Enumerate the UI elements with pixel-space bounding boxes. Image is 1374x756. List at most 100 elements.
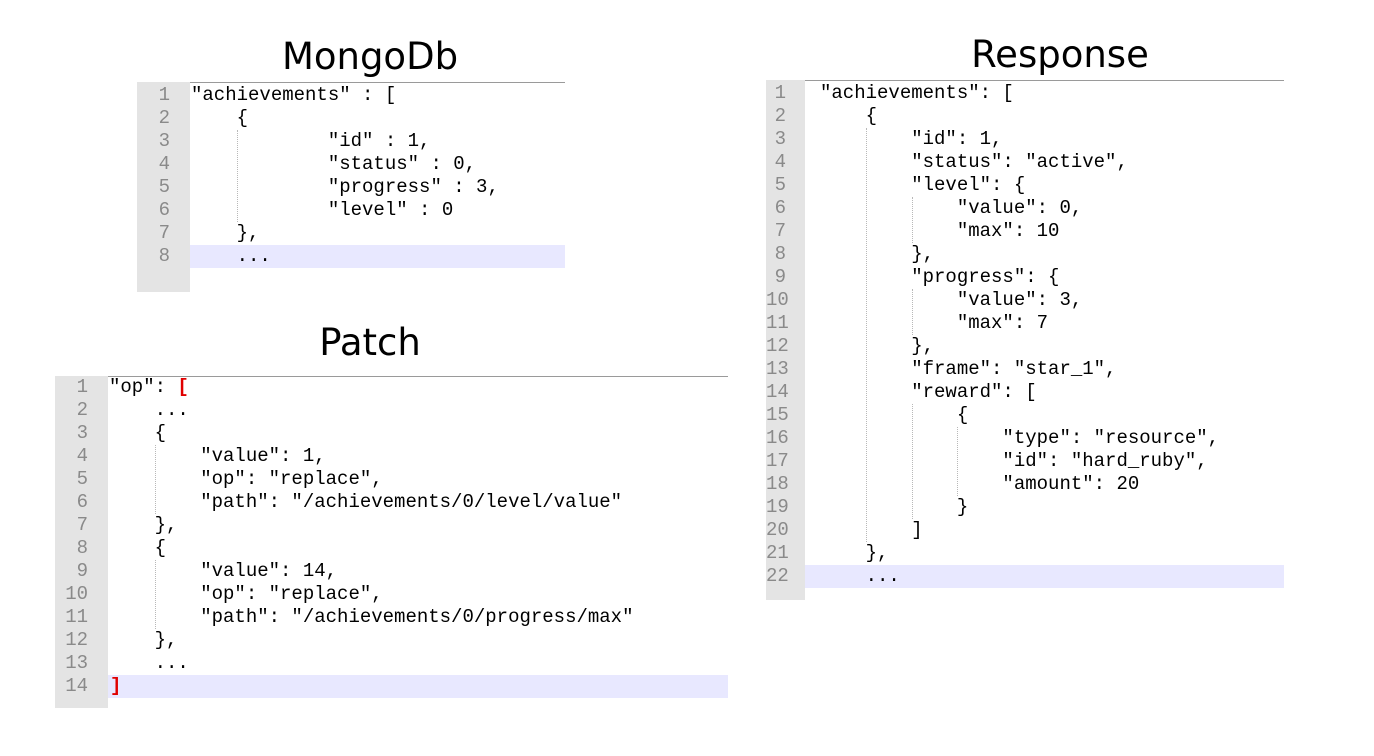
line-number: 8 <box>76 537 88 559</box>
code-text: { <box>820 105 878 127</box>
code-text: }, <box>820 335 935 357</box>
code-text: "status" : 0, <box>191 153 477 175</box>
line-number: 9 <box>774 266 786 288</box>
line-number: 13 <box>65 652 88 674</box>
code-text: "value": 14, <box>109 560 338 582</box>
code-line: 18 "amount": 20 <box>766 473 1284 496</box>
code-line: 12 }, <box>766 335 1284 358</box>
code-line: 9 "value": 14, <box>55 560 728 583</box>
code-line: 7 }, <box>55 514 728 537</box>
line-number: 1 <box>774 82 786 104</box>
code-line: 14 "reward": [ <box>766 381 1284 404</box>
code-text: "max": 10 <box>820 220 1060 242</box>
code-line: 8 { <box>55 537 728 560</box>
line-number: 12 <box>766 335 789 357</box>
code-line: 16 "type": "resource", <box>766 427 1284 450</box>
code-text: "frame": "star_1", <box>820 358 1117 380</box>
code-text: "level" : 0 <box>191 199 454 221</box>
line-number: 18 <box>766 473 789 495</box>
line-number: 5 <box>774 174 786 196</box>
mongodb-title: MongoDb <box>281 35 459 78</box>
code-text: ... <box>109 399 189 421</box>
code-line: 1 "op": [ <box>55 376 728 399</box>
line-number: 1 <box>158 84 170 106</box>
code-line: 2 ... <box>55 399 728 422</box>
code-text: "achievements": [ <box>820 82 1014 104</box>
indent-guide <box>154 445 156 514</box>
line-number: 8 <box>158 245 170 267</box>
code-text: }, <box>191 222 260 244</box>
code-line: 8 }, <box>766 243 1284 266</box>
code-text: { <box>109 537 167 559</box>
code-line: 1 "achievements" : [ <box>137 84 565 107</box>
patch-code-editor: 1 "op": [2 ... 3 {4 "value": 1, 5 "op": "re… <box>55 376 728 708</box>
code-line: 4 "status": "active", <box>766 151 1284 174</box>
code-line: 11 "path": "/achievements/0/progress/max… <box>55 606 728 629</box>
code-line: 3 { <box>55 422 728 445</box>
code-line: 4 "value": 1, <box>55 445 728 468</box>
code-text: "id": 1, <box>820 128 1003 150</box>
code-line: 6 "path": "/achievements/0/level/value" <box>55 491 728 514</box>
code-line: 14] <box>65 675 728 698</box>
code-text: ... <box>191 245 271 267</box>
line-number: 5 <box>158 176 170 198</box>
code-line: 20 ] <box>766 519 1284 542</box>
line-number: 10 <box>766 289 789 311</box>
code-text: "id" : 1, <box>191 130 431 152</box>
line-number: 21 <box>766 542 789 564</box>
code-line: 22 ... <box>766 565 1284 588</box>
code-line: 19 } <box>766 496 1284 519</box>
code-text: "value": 0, <box>820 197 1083 219</box>
indent-guide <box>911 404 913 519</box>
indent-guide <box>236 130 238 222</box>
code-line: 21 }, <box>766 542 1284 565</box>
indent-guide <box>911 289 913 335</box>
code-text: "value": 1, <box>109 445 326 467</box>
line-number: 13 <box>766 358 789 380</box>
code-line: 11 "max": 7 <box>766 312 1284 335</box>
patch-title: Patch <box>319 321 421 364</box>
code-line: 5 "op": "replace", <box>55 468 728 491</box>
code-line: 3 "id": 1, <box>766 128 1284 151</box>
code-text: "id": "hard_ruby", <box>820 450 1208 472</box>
line-number: 2 <box>774 105 786 127</box>
code-text: "reward": [ <box>820 381 1037 403</box>
code-text: "achievements" : [ <box>191 84 397 106</box>
code-line: 9 "progress": { <box>766 266 1284 289</box>
code-line: 13 ... <box>55 652 728 675</box>
line-number: 2 <box>158 107 170 129</box>
code-text: ... <box>820 565 900 587</box>
line-number: 19 <box>766 496 789 518</box>
code-text: { <box>191 107 249 129</box>
line-number: 12 <box>65 629 88 651</box>
code-text: "path": "/achievements/0/level/value" <box>109 491 623 513</box>
matched-bracket: [ <box>177 376 189 398</box>
indent-guide <box>957 427 959 496</box>
code-text: } <box>820 496 969 518</box>
line-number: 5 <box>76 468 88 490</box>
line-number: 20 <box>766 519 789 541</box>
line-number: 16 <box>766 427 789 449</box>
code-line: 13 "frame": "star_1", <box>766 358 1284 381</box>
code-line: 7 }, <box>137 222 565 245</box>
indent-guide <box>911 197 913 243</box>
code-text: }, <box>820 243 935 265</box>
line-number: 11 <box>766 312 789 334</box>
code-text: "op": [ <box>109 376 189 398</box>
code-text: ... <box>109 652 189 674</box>
code-text: }, <box>820 542 889 564</box>
code-line: 4 "status" : 0, <box>137 153 565 176</box>
code-line: 2 { <box>137 107 565 130</box>
response-title: Response <box>971 33 1149 76</box>
code-text: "progress": { <box>820 266 1060 288</box>
line-number: 3 <box>774 128 786 150</box>
code-text: "op": "replace", <box>109 583 383 605</box>
editor-top-border <box>190 82 565 83</box>
line-number: 22 <box>766 565 789 587</box>
line-number: 10 <box>65 583 88 605</box>
line-number: 7 <box>76 514 88 536</box>
response-code-editor: 1 "achievements": [ 2 {3 "id": 1, 4 "status… <box>766 80 1284 600</box>
code-line: 7 "max": 10 <box>766 220 1284 243</box>
line-number: 17 <box>766 450 789 472</box>
line-number: 15 <box>766 404 789 426</box>
